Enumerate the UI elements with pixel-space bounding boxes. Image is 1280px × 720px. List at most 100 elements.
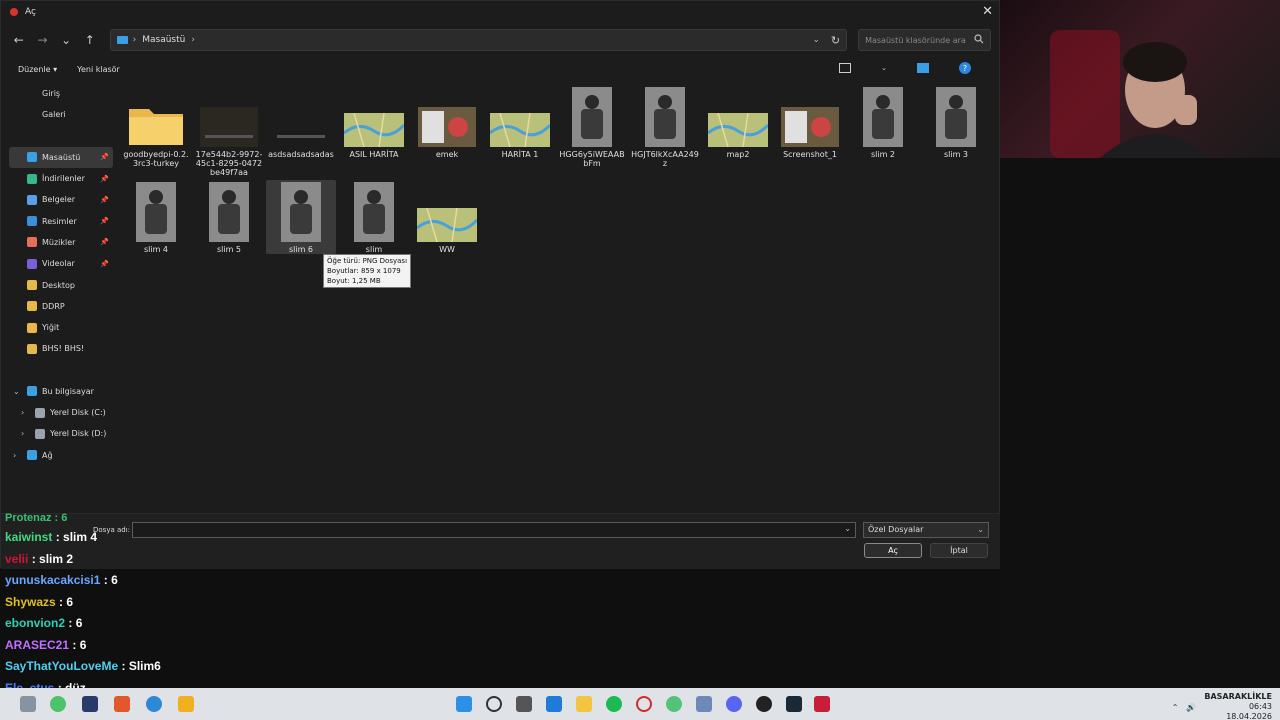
edge-icon[interactable] [546, 696, 562, 712]
cancel-button[interactable]: İptal [930, 543, 988, 558]
sidebar-item-gallery[interactable]: Galeri [9, 104, 113, 125]
file-item[interactable]: slim 2 [848, 85, 918, 159]
app-icon-orange[interactable] [114, 696, 130, 712]
filter-dropdown-icon[interactable]: ⌄ [977, 525, 984, 534]
clock-time[interactable]: 06:43 [1249, 702, 1272, 712]
shield-icon[interactable] [82, 696, 98, 712]
expand-chevron-icon[interactable]: ⌄ [13, 387, 20, 396]
chat-username[interactable]: ARASEC21 [5, 638, 69, 652]
sidebar-tree-item[interactable]: › Yerel Disk (D:) [9, 423, 113, 444]
chat-username[interactable]: Shywazs [5, 595, 56, 609]
sidebar-tree-item[interactable]: › Yerel Disk (C:) [9, 402, 113, 423]
chat-username[interactable]: yunuskacakcisi1 [5, 573, 100, 587]
settings-icon[interactable] [696, 696, 712, 712]
file-item[interactable]: HGJT6lkXcAA249z [630, 85, 700, 168]
folder-item[interactable]: goodbyedpi-0.2.3rc3-turkey [121, 85, 191, 168]
sidebar-item-i-ndirilenler[interactable]: İndirilenler 📌 [9, 168, 113, 189]
file-item[interactable]: slim 3 [921, 85, 991, 159]
chat-separator: : [55, 530, 64, 544]
filename-dropdown-icon[interactable]: ⌄ [844, 524, 851, 533]
filename-input[interactable]: ⌄ [132, 522, 856, 538]
volume-icon[interactable]: 🔊 [1186, 703, 1196, 712]
open-button[interactable]: Aç [864, 543, 922, 558]
file-item[interactable]: map2 [703, 85, 773, 159]
address-dropdown-icon[interactable]: ⌄ [813, 35, 821, 45]
pin-icon[interactable]: 📌 [100, 175, 109, 183]
file-item[interactable]: emek [412, 85, 482, 159]
preview-pane-icon[interactable] [917, 63, 929, 73]
expand-chevron-icon[interactable]: › [21, 408, 24, 417]
chat-username[interactable]: velii [5, 552, 28, 566]
breadcrumb-separator[interactable]: › [191, 35, 195, 45]
chat-username[interactable]: SayThatYouLoveMe [5, 659, 118, 673]
heart-app-icon[interactable] [50, 696, 66, 712]
file-item[interactable]: HGG6y5iWEAABbFm [557, 85, 627, 168]
file-item[interactable]: slim 4 [121, 180, 191, 254]
sidebar-item-bhs-bhs-[interactable]: BHS! BHS! [9, 338, 113, 359]
file-item[interactable]: slim 6 [266, 180, 336, 254]
sidebar-item-label: Resimler [42, 216, 77, 226]
expand-chevron-icon[interactable]: › [13, 451, 16, 460]
sidebar-item-desktop[interactable]: Desktop [9, 274, 113, 295]
pin-icon[interactable]: 📌 [100, 260, 109, 268]
file-item[interactable]: slim [339, 180, 409, 254]
app-icon-green[interactable] [666, 696, 682, 712]
file-type-filter[interactable]: Özel Dosyalar ⌄ [863, 522, 989, 538]
file-explorer-icon[interactable] [576, 696, 592, 712]
organize-menu-button[interactable]: Düzenle ▾ [18, 65, 57, 74]
sidebar-item-resimler[interactable]: Resimler 📌 [9, 210, 113, 231]
chat-username[interactable]: kaiwinst [5, 530, 52, 544]
refresh-icon[interactable]: ↻ [831, 34, 840, 47]
file-item[interactable]: WW [412, 180, 482, 254]
up-arrow-icon[interactable]: ↑ [80, 30, 100, 50]
sidebar-item-m-zikler[interactable]: Müzikler 📌 [9, 232, 113, 253]
tray-chevron-icon[interactable]: ⌃ [1172, 703, 1179, 712]
search-icon[interactable] [486, 696, 502, 712]
forward-arrow-icon[interactable]: → [33, 30, 53, 50]
file-item[interactable]: asdsadsadsadas [266, 85, 336, 159]
sidebar-item-yi-it[interactable]: Yiğit [9, 317, 113, 338]
water-drop-icon[interactable] [146, 696, 162, 712]
file-item[interactable]: Screenshot_1 [775, 85, 845, 159]
pin-icon[interactable]: 📌 [100, 196, 109, 204]
file-item[interactable]: 17e544b2-9972-45c1-8295-0472be49f7aa [194, 85, 264, 177]
start-icon[interactable] [456, 696, 472, 712]
view-dropdown-icon[interactable]: ⌄ [881, 64, 887, 72]
sidebar-item-label: Ağ [42, 450, 53, 460]
view-options-icon[interactable] [839, 63, 852, 73]
new-folder-button[interactable]: Yeni klasör [77, 65, 120, 74]
app-icon-yellow[interactable] [178, 696, 194, 712]
discord-icon[interactable] [726, 696, 742, 712]
pin-icon[interactable]: 📌 [100, 217, 109, 225]
chat-username[interactable]: ebonvion2 [5, 616, 65, 630]
back-arrow-icon[interactable]: ← [9, 30, 29, 50]
help-icon[interactable]: ? [959, 62, 971, 74]
spotify-icon[interactable] [606, 696, 622, 712]
pin-icon[interactable]: 📌 [100, 238, 109, 246]
file-item[interactable]: HARİTA 1 [485, 85, 555, 159]
search-input[interactable]: Masaüstü klasöründe ara [858, 29, 991, 51]
address-bar[interactable]: › Masaüstü › ⌄ ↻ [109, 29, 848, 51]
sidebar-item-ddrp[interactable]: DDRP [9, 296, 113, 317]
clock-date[interactable]: 18.04.2026 [1226, 712, 1272, 720]
breadcrumb-location[interactable]: Masaüstü [142, 35, 185, 45]
widget-icon[interactable] [20, 696, 36, 712]
sidebar-item-videolar[interactable]: Videolar 📌 [9, 253, 113, 274]
sidebar-tree-item[interactable]: › Ağ [9, 444, 113, 465]
close-icon[interactable]: ✕ [982, 4, 993, 19]
sidebar-tree-item[interactable]: ⌄ Bu bilgisayar [9, 381, 113, 402]
sidebar-item-masa-st-[interactable]: Masaüstü 📌 [9, 146, 113, 168]
expand-chevron-icon[interactable]: › [21, 429, 24, 438]
steam-icon[interactable] [786, 696, 802, 712]
file-item[interactable]: slim 5 [194, 180, 264, 254]
tooltip-type: Öğe türü: PNG Dosyası [327, 257, 408, 265]
sidebar-item-belgeler[interactable]: Belgeler 📌 [9, 189, 113, 210]
app-icon-red[interactable] [814, 696, 830, 712]
sidebar-item-home[interactable]: Giriş [9, 83, 113, 104]
pin-icon[interactable]: 📌 [100, 153, 109, 161]
obs-icon[interactable] [756, 696, 772, 712]
opera-icon[interactable] [636, 696, 652, 712]
recent-locations-chevron-icon[interactable]: ⌄ [56, 30, 76, 50]
task-view-icon[interactable] [516, 696, 532, 712]
file-item[interactable]: ASIL HARİTA [339, 85, 409, 159]
